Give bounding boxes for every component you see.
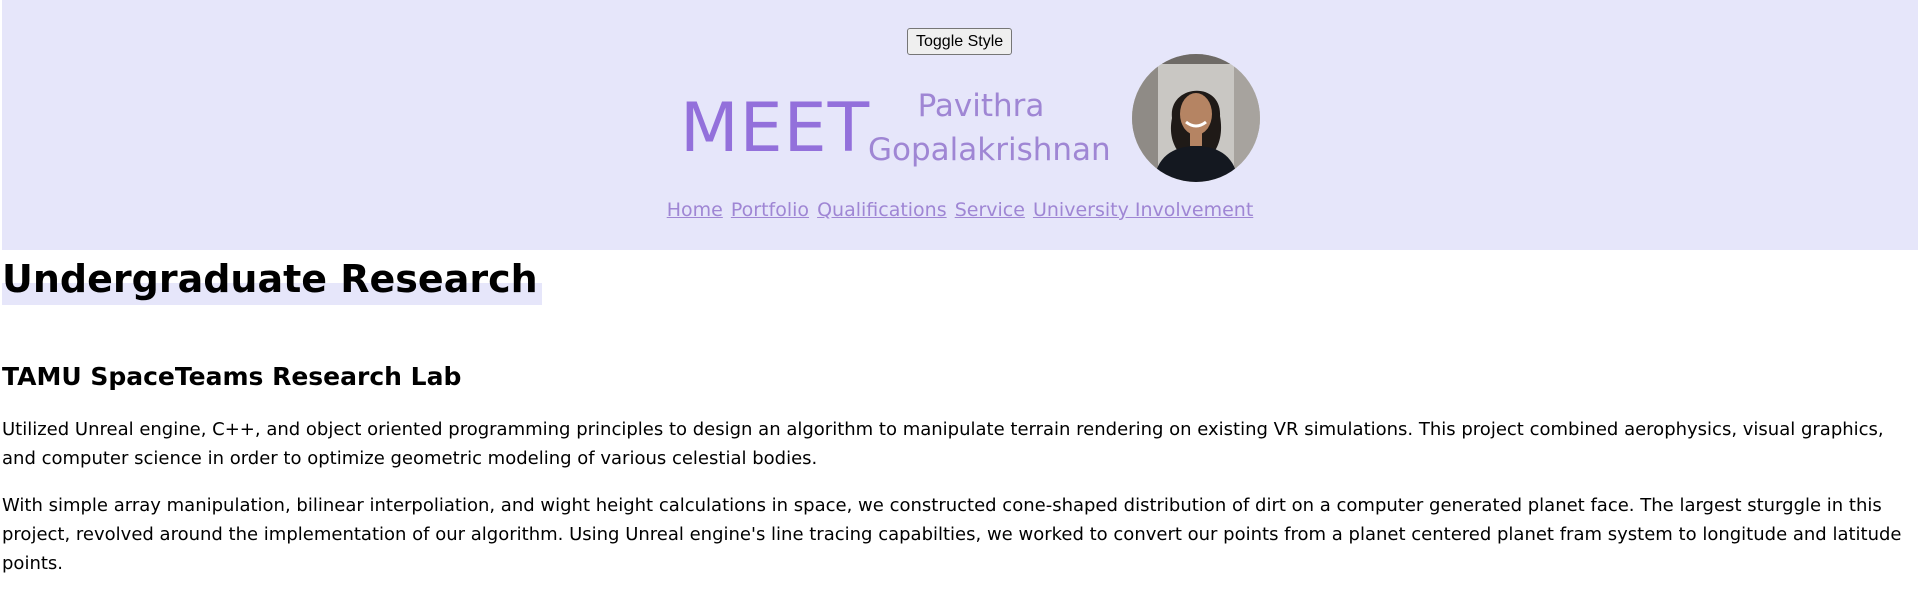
profile-photo bbox=[1132, 54, 1260, 182]
name-heading: Pavithra Gopalakrishnan bbox=[868, 84, 1111, 172]
last-name: Gopalakrishnan bbox=[868, 132, 1111, 168]
nav-portfolio-link[interactable]: Portfolio bbox=[731, 199, 809, 221]
section-title: Undergraduate Research bbox=[2, 253, 542, 305]
nav-qualifications-link[interactable]: Qualifications bbox=[817, 199, 947, 221]
first-name: Pavithra bbox=[917, 88, 1045, 124]
meet-heading: MEET bbox=[680, 89, 871, 168]
toggle-style-button[interactable]: Toggle Style bbox=[907, 28, 1013, 55]
site-header: Toggle Style MEET Pavithra Gopalakrishna… bbox=[2, 0, 1918, 250]
nav-university-involvement-link[interactable]: University Involvement bbox=[1033, 199, 1253, 221]
research-paragraph-1: Utilized Unreal engine, C++, and object … bbox=[2, 419, 1884, 469]
research-paragraph-2: With simple array manipulation, bilinear… bbox=[2, 495, 1902, 574]
subsection-title: TAMU SpaceTeams Research Lab bbox=[2, 362, 462, 391]
avatar bbox=[1132, 54, 1260, 182]
nav-service-link[interactable]: Service bbox=[955, 199, 1025, 221]
main-nav: Home Portfolio Qualifications Service Un… bbox=[2, 197, 1918, 223]
nav-home-link[interactable]: Home bbox=[667, 199, 723, 221]
